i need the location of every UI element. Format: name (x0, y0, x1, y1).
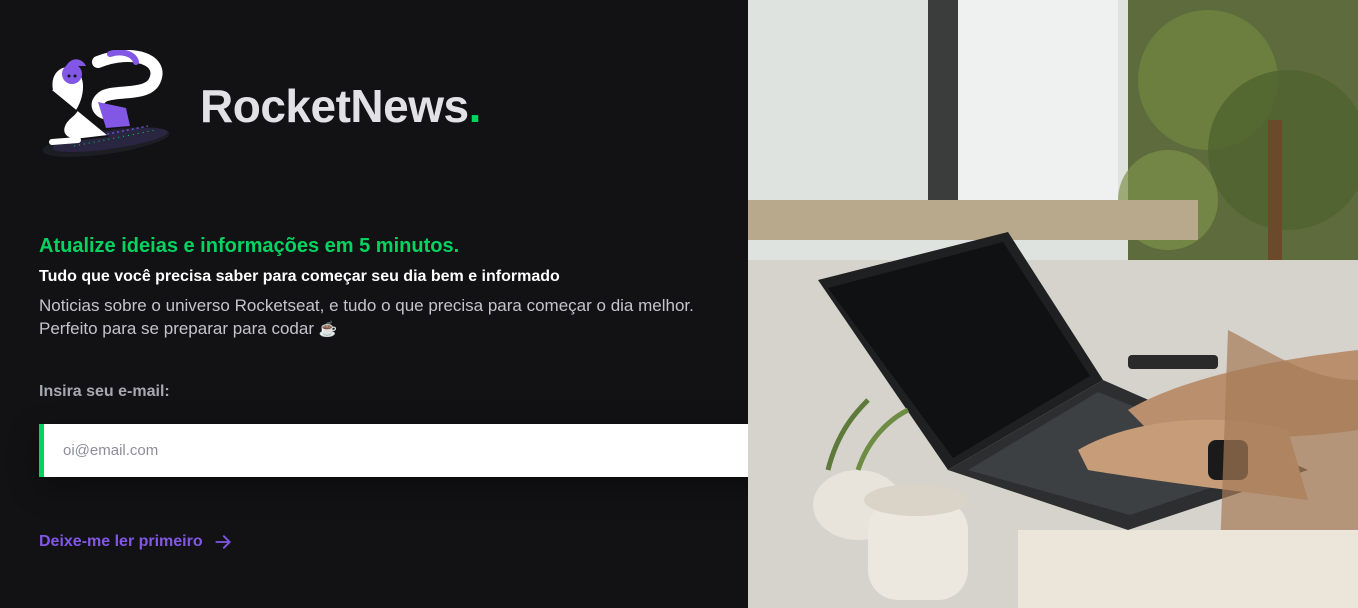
hero-description: Noticias sobre o universo Rocketseat, e … (39, 294, 719, 341)
left-panel: RocketNews. Atualize ideias e informaçõe… (0, 0, 858, 608)
coffee-icon: ☕ (318, 321, 338, 338)
email-form (39, 424, 858, 477)
email-label: Insira seu e-mail: (39, 383, 170, 400)
brand-dot: . (468, 80, 482, 132)
laptop-workspace-photo (748, 0, 1358, 608)
email-input[interactable] (44, 424, 805, 477)
hero-headline: Atualize ideias e informações em 5 minut… (39, 235, 460, 257)
arrow-right-icon (215, 535, 231, 549)
brand-name: RocketNews (200, 80, 469, 132)
brand-title: RocketNews. (200, 78, 481, 134)
read-first-link[interactable]: Deixe-me ler primeiro (39, 531, 233, 553)
hero-subheadline: Tudo que você precisa saber para começar… (39, 268, 560, 285)
read-first-label: Deixe-me ler primeiro (39, 533, 203, 550)
rocketseat-mascot-illustration (42, 50, 170, 157)
hero-photo-panel (748, 0, 1358, 608)
hero-description-text: Noticias sobre o universo Rocketseat, e … (39, 296, 694, 338)
